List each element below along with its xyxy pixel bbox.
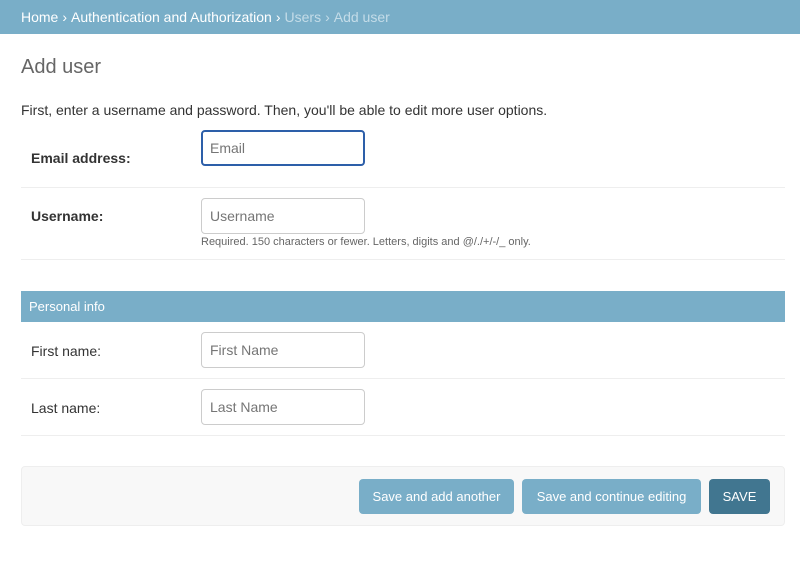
breadcrumb-separator: › <box>325 9 330 25</box>
breadcrumb-separator: › <box>62 9 68 25</box>
breadcrumb-current: Add user <box>333 9 390 25</box>
last-name-label: Last name: <box>31 400 101 416</box>
breadcrumb: Home › Authentication and Authorization › Us… <box>0 0 800 34</box>
last-name-row: Last name: <box>21 379 785 436</box>
save-button[interactable]: SAVE <box>709 479 770 514</box>
breadcrumb-app-link[interactable]: Authentication and Authorization <box>71 9 272 25</box>
breadcrumb-users-link[interactable]: Users <box>285 9 322 25</box>
username-row: Username: Required. 150 characters or fe… <box>21 188 785 260</box>
username-input[interactable] <box>201 198 365 234</box>
submit-row: Save and add another Save and continue e… <box>21 466 785 526</box>
account-fieldset: Email address: Username: Required. 150 c… <box>21 130 785 260</box>
breadcrumb-home-link[interactable]: Home <box>21 9 58 25</box>
username-label: Username: <box>31 208 104 224</box>
save-and-continue-button[interactable]: Save and continue editing <box>522 479 701 514</box>
personal-info-header: Personal info <box>21 291 785 322</box>
email-label: Email address: <box>31 150 131 166</box>
main-content: Add user First, enter a username and pas… <box>0 34 800 526</box>
breadcrumb-separator: › <box>275 9 281 25</box>
first-name-row: First name: <box>21 322 785 379</box>
save-and-add-another-button[interactable]: Save and add another <box>359 479 514 514</box>
username-help-text: Required. 150 characters or fewer. Lette… <box>201 236 531 248</box>
intro-text: First, enter a username and password. Th… <box>21 102 548 118</box>
personal-info-fieldset: Personal info First name: Last name: <box>21 291 785 436</box>
page-title: Add user <box>21 56 102 78</box>
email-row: Email address: <box>21 130 785 188</box>
first-name-label: First name: <box>31 343 102 359</box>
first-name-input[interactable] <box>201 332 365 368</box>
last-name-input[interactable] <box>201 389 365 425</box>
email-input[interactable] <box>201 130 365 166</box>
